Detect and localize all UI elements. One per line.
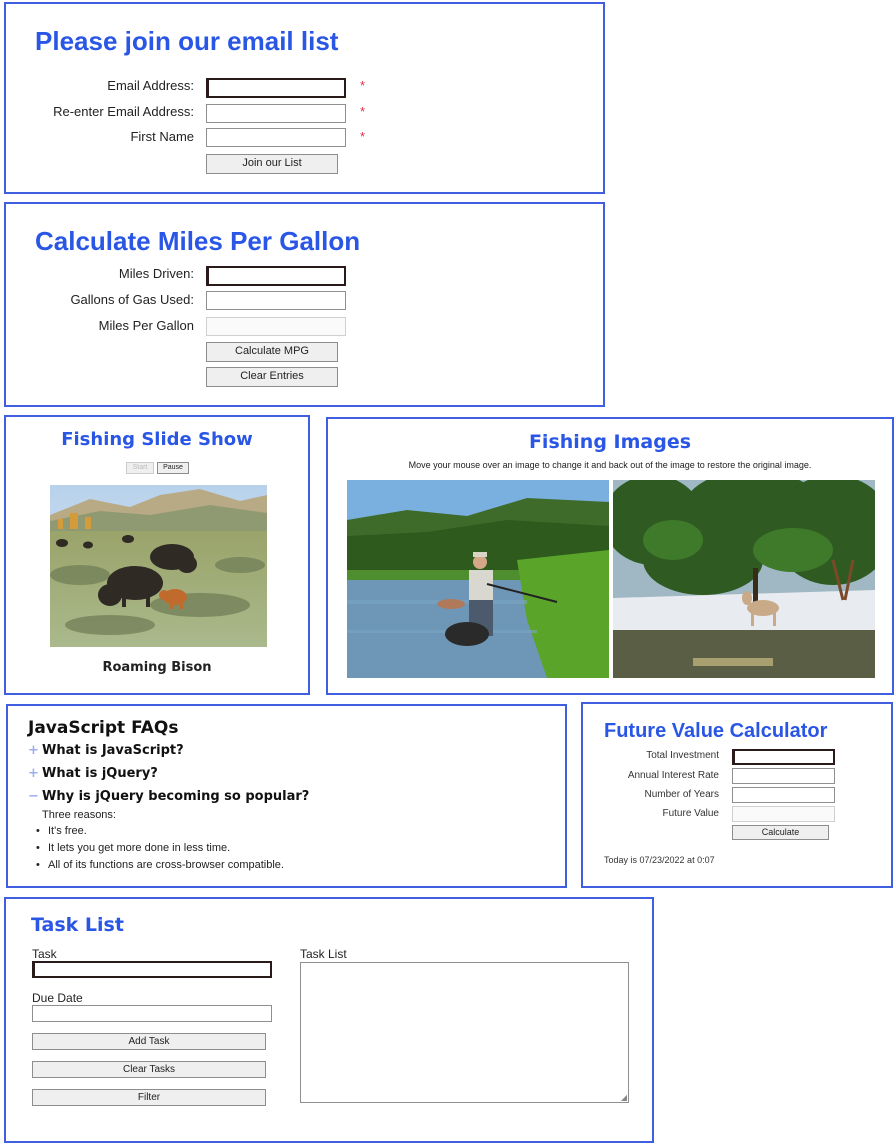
due-date-input[interactable]: [32, 1005, 272, 1022]
faq-item[interactable]: − Why is jQuery becoming so popular?: [28, 789, 309, 804]
faq-reason: It lets you get more done in less time.: [36, 842, 230, 854]
due-date-label: Due Date: [32, 991, 83, 1005]
future-value-panel: Future Value Calculator Total Investment…: [581, 702, 893, 888]
join-list-button[interactable]: Join our List: [206, 154, 338, 174]
rate-label: Annual Interest Rate: [627, 770, 719, 781]
faq-item[interactable]: + What is JavaScript?: [28, 743, 184, 758]
miles-driven-input[interactable]: [206, 266, 346, 286]
slideshow-panel: Fishing Slide Show Start Pause Roaming B…: [4, 415, 310, 695]
faq-question: What is JavaScript?: [42, 743, 184, 758]
faq-expand-marker: +: [28, 743, 39, 758]
slideshow-start-button[interactable]: Start: [126, 462, 154, 474]
investment-input[interactable]: [732, 749, 835, 765]
years-input[interactable]: [732, 787, 835, 803]
task-list-title: Task List: [31, 914, 124, 936]
fishing-images-panel: Fishing Images Move your mouse over an i…: [326, 417, 894, 695]
faq-question: Why is jQuery becoming so popular?: [42, 789, 310, 804]
faq-answer-intro: Three reasons:: [42, 809, 116, 821]
mpg-title: Calculate Miles Per Gallon: [35, 226, 361, 256]
years-label: Number of Years: [644, 789, 720, 800]
future-value-output: [732, 806, 835, 822]
faq-reason: All of its functions are cross-browser c…: [36, 859, 284, 871]
faq-collapse-marker: −: [28, 789, 39, 804]
email-list-panel: Please join our email list Email Address…: [4, 2, 605, 194]
faq-reason: It's free.: [36, 825, 87, 837]
calculate-button[interactable]: Calculate: [732, 825, 829, 840]
deer-image: [613, 480, 875, 678]
add-task-button[interactable]: Add Task: [32, 1033, 266, 1050]
email-list-title: Please join our email list: [35, 26, 339, 56]
fishing-photo-2[interactable]: [613, 480, 875, 678]
faq-question: What is jQuery?: [42, 766, 158, 781]
email-address-input[interactable]: [206, 78, 346, 98]
reenter-email-input[interactable]: [206, 104, 346, 123]
fishing-photo-1[interactable]: [347, 480, 609, 678]
investment-label: Total Investment: [646, 750, 719, 761]
today-text: Today is 07/23/2022 at 0:07: [604, 855, 715, 865]
faq-panel: JavaScript FAQs + What is JavaScript? + Wh…: [6, 704, 567, 888]
task-input[interactable]: [32, 961, 272, 978]
miles-driven-label: Miles Driven:: [118, 266, 194, 281]
mpg-output: [206, 317, 346, 336]
first-name-label: First Name: [130, 129, 194, 144]
clear-entries-button[interactable]: Clear Entries: [206, 367, 338, 387]
required-mark: *: [360, 104, 366, 119]
fishing-images-title: Fishing Images: [528, 431, 692, 453]
clear-tasks-button[interactable]: Clear Tasks: [32, 1061, 266, 1078]
bison-photo: [50, 485, 267, 647]
fishing-images-instructions: Move your mouse over an image to change …: [408, 460, 812, 470]
slideshow-pause-button[interactable]: Pause: [157, 462, 189, 474]
required-mark: *: [360, 78, 366, 93]
mpg-label: Miles Per Gallon: [98, 318, 194, 333]
slideshow-caption: Roaming Bison: [102, 660, 212, 675]
gallons-input[interactable]: [206, 291, 346, 310]
calculate-mpg-button[interactable]: Calculate MPG: [206, 342, 338, 362]
resize-handle-icon[interactable]: ◢: [621, 1094, 627, 1102]
reenter-email-label: Re-enter Email Address:: [53, 104, 194, 119]
bison-image: [50, 485, 267, 647]
faq-item[interactable]: + What is jQuery?: [28, 766, 158, 781]
slideshow-title: Fishing Slide Show: [61, 429, 253, 450]
task-list-textarea[interactable]: ◢: [300, 962, 629, 1103]
mpg-panel: Calculate Miles Per Gallon Miles Driven:…: [4, 202, 605, 407]
task-label: Task: [32, 947, 57, 961]
gallons-label: Gallons of Gas Used:: [70, 292, 194, 307]
task-list-panel: Task List Task Due Date Add Task Clear T…: [4, 897, 654, 1143]
faq-title: JavaScript FAQs: [28, 718, 179, 738]
filter-button[interactable]: Filter: [32, 1089, 266, 1106]
required-mark: *: [360, 129, 366, 144]
first-name-input[interactable]: [206, 128, 346, 147]
email-address-label: Email Address:: [107, 78, 194, 93]
task-list-label: Task List: [300, 947, 347, 961]
future-value-label: Future Value: [662, 808, 719, 819]
rate-input[interactable]: [732, 768, 835, 784]
faq-expand-marker: +: [28, 766, 39, 781]
future-value-title: Future Value Calculator: [604, 720, 828, 742]
angler-image: [347, 480, 609, 678]
